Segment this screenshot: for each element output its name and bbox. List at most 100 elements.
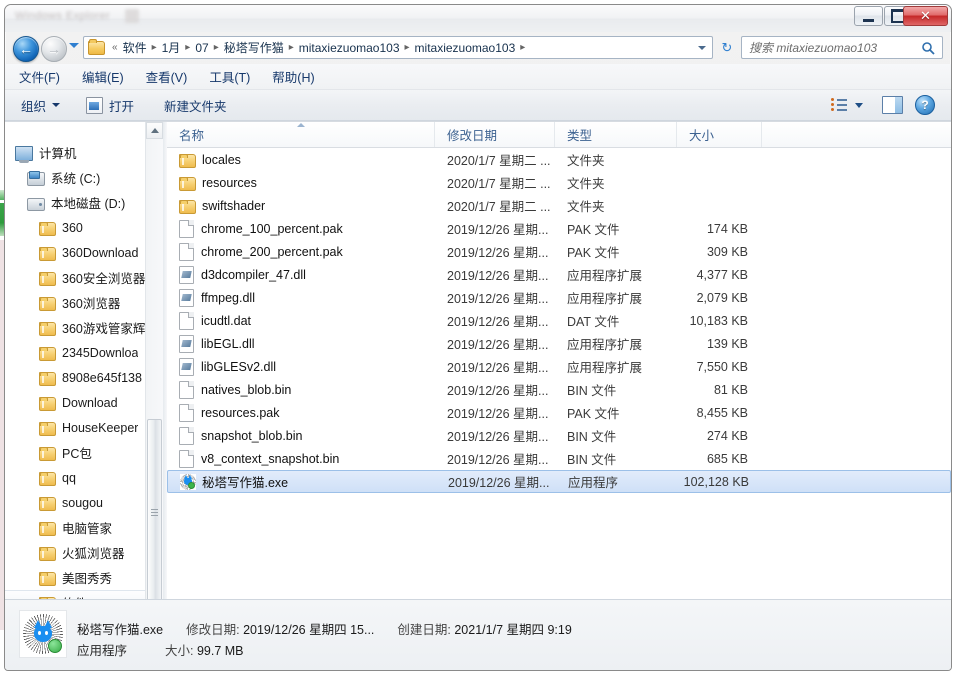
preview-pane-button[interactable] (882, 96, 903, 114)
refresh-icon[interactable]: ↻ (719, 40, 735, 56)
sidebar-item-0[interactable]: 计算机 (5, 140, 146, 165)
file-name-cell: locales (167, 152, 435, 168)
table-row[interactable]: natives_blob.bin 2019/12/26 星期... BIN 文件 81… (167, 378, 951, 401)
breadcrumb-separator-3[interactable]: ▸ (287, 42, 296, 53)
column-header-size[interactable]: 大小 (677, 122, 762, 147)
column-header-name[interactable]: 名称 (167, 122, 435, 147)
table-row[interactable]: ffmpeg.dll 2019/12/26 星期... 应用程序扩展 2,079 KB (167, 286, 951, 309)
file-date-cell: 2020/1/7 星期二 ... (447, 200, 551, 214)
sidebar-item-13[interactable]: qq (5, 465, 146, 490)
table-row[interactable]: icudtl.dat 2019/12/26 星期... DAT 文件 10,183 K… (167, 309, 951, 332)
scrollbar-thumb[interactable] (147, 419, 162, 607)
table-row[interactable]: d3dcompiler_47.dll 2019/12/26 星期... 应用程序扩展… (167, 263, 951, 286)
breadcrumb-separator-5[interactable]: ▸ (518, 42, 527, 53)
breadcrumb-item-5[interactable]: mitaxiezuomao103 (412, 40, 519, 56)
table-row[interactable]: locales 2020/1/7 星期二 ... 文件夹 (167, 148, 951, 171)
breadcrumb-separator-4[interactable]: ▸ (403, 42, 412, 53)
file-size-cell: 8,455 KB (696, 405, 748, 420)
table-row[interactable]: chrome_200_percent.pak 2019/12/26 星期... PA… (167, 240, 951, 263)
sidebar-item-label: 美图秀秀 (62, 572, 113, 586)
sidebar-item-label: 8908e645f138 (62, 370, 142, 385)
breadcrumb-item-2[interactable]: 07 (192, 40, 211, 56)
table-row[interactable]: 秘塔写作猫.exe 2019/12/26 星期... 应用程序 102,128 KB (167, 470, 951, 493)
file-name-cell: resources (167, 175, 435, 191)
address-bar[interactable]: « 软件 ▸ 1月 ▸ 07 ▸ 秘塔写作猫 ▸ mitaxiezuomao10… (83, 36, 713, 59)
menu-view[interactable]: 查看(V) (146, 67, 188, 86)
help-button[interactable]: ? (915, 95, 935, 115)
navigation-scrollbar[interactable] (145, 122, 163, 624)
organize-button[interactable]: 组织 (21, 96, 61, 115)
file-size-cell: 4,377 KB (696, 267, 748, 282)
table-row[interactable]: chrome_100_percent.pak 2019/12/26 星期... PA… (167, 217, 951, 240)
folder-icon (39, 471, 56, 486)
search-box[interactable]: 搜索 mitaxiezuomao103 (741, 36, 943, 59)
folder-icon (179, 153, 196, 168)
open-button[interactable]: 打开 (86, 96, 134, 115)
file-rows: locales 2020/1/7 星期二 ... 文件夹 resources 2020/… (167, 148, 951, 493)
file-name-label: resources.pak (201, 405, 280, 420)
sidebar-item-3[interactable]: 360 (5, 215, 146, 240)
table-row[interactable]: v8_context_snapshot.bin 2019/12/26 星期... B… (167, 447, 951, 470)
breadcrumb-item-3[interactable]: 秘塔写作猫 (221, 38, 287, 57)
menu-tools[interactable]: 工具(T) (209, 67, 250, 86)
minimize-button[interactable] (854, 6, 883, 26)
file-type-cell: 应用程序扩展 (567, 338, 643, 352)
sidebar-item-7[interactable]: 360游戏管家辉 (5, 315, 146, 340)
breadcrumb-item-1[interactable]: 1月 (159, 38, 184, 57)
file-name-label: 秘塔写作猫.exe (202, 476, 289, 490)
column-header-type[interactable]: 类型 (555, 122, 677, 147)
table-row[interactable]: resources 2020/1/7 星期二 ... 文件夹 (167, 171, 951, 194)
breadcrumb-separator-2[interactable]: ▸ (212, 42, 221, 53)
explorer-window: Windows Explorer ✕ ← → « 软件 ▸ 1月 ▸ 07 ▸ (4, 4, 952, 671)
sidebar-item-8[interactable]: 2345Downloa (5, 340, 146, 365)
menu-help[interactable]: 帮助(H) (272, 67, 314, 86)
menu-bar: 文件(F) 编辑(E) 查看(V) 工具(T) 帮助(H) (5, 64, 951, 90)
sidebar-item-5[interactable]: 360安全浏览器 (5, 265, 146, 290)
back-button[interactable]: ← (13, 36, 39, 62)
sidebar-item-10[interactable]: Download (5, 390, 146, 415)
view-mode-button[interactable] (831, 97, 847, 111)
sidebar-item-14[interactable]: sougou (5, 490, 146, 515)
sidebar-item-6[interactable]: 360浏览器 (5, 290, 146, 315)
sidebar-item-12[interactable]: PC包 (5, 440, 146, 465)
sidebar-item-9[interactable]: 8908e645f138 (5, 365, 146, 390)
file-date-cell: 2019/12/26 星期... (447, 338, 549, 352)
column-header-row: 名称 修改日期 类型 大小 (167, 122, 951, 148)
sidebar-item-2[interactable]: 本地磁盘 (D:) (5, 190, 146, 215)
file-name-label: resources (202, 175, 257, 190)
view-mode-dropdown-icon[interactable] (855, 103, 863, 108)
menu-edit[interactable]: 编辑(E) (82, 67, 124, 86)
search-icon[interactable] (921, 41, 935, 55)
breadcrumb-item-4[interactable]: mitaxiezuomao103 (296, 40, 403, 56)
close-button[interactable]: ✕ (903, 6, 948, 26)
sidebar-item-11[interactable]: HouseKeeper (5, 415, 146, 440)
chevron-down-icon[interactable] (698, 46, 706, 50)
table-row[interactable]: libEGL.dll 2019/12/26 星期... 应用程序扩展 139 KB (167, 332, 951, 355)
title-bar-icon (125, 9, 139, 23)
sidebar-item-label: qq (62, 470, 76, 485)
sidebar-item-16[interactable]: 火狐浏览器 (5, 540, 146, 565)
menu-file[interactable]: 文件(F) (19, 67, 60, 86)
breadcrumb-item-0[interactable]: 软件 (120, 38, 150, 57)
breadcrumb-separator-1[interactable]: ▸ (183, 42, 192, 53)
search-input[interactable]: 搜索 mitaxiezuomao103 (749, 39, 877, 56)
sidebar-item-4[interactable]: 360Download (5, 240, 146, 265)
dll-icon (179, 334, 194, 353)
forward-button[interactable]: → (41, 36, 67, 62)
sidebar-item-17[interactable]: 美图秀秀 (5, 565, 146, 590)
sidebar-item-15[interactable]: 电脑管家 (5, 515, 146, 540)
breadcrumb-separator-0[interactable]: ▸ (150, 42, 159, 53)
sidebar-item-1[interactable]: 系统 (C:) (5, 165, 146, 190)
table-row[interactable]: snapshot_blob.bin 2019/12/26 星期... BIN 文件 2… (167, 424, 951, 447)
recent-pages-dropdown-icon[interactable] (69, 43, 79, 48)
breadcrumb-overflow[interactable]: « (110, 42, 120, 53)
file-size-cell: 7,550 KB (696, 359, 748, 374)
column-header-date[interactable]: 修改日期 (435, 122, 555, 147)
new-folder-button[interactable]: 新建文件夹 (164, 96, 227, 115)
table-row[interactable]: resources.pak 2019/12/26 星期... PAK 文件 8,455… (167, 401, 951, 424)
file-date-cell: 2019/12/26 星期... (447, 292, 549, 306)
title-bar[interactable]: Windows Explorer ✕ (5, 5, 951, 32)
table-row[interactable]: libGLESv2.dll 2019/12/26 星期... 应用程序扩展 7,550… (167, 355, 951, 378)
table-row[interactable]: swiftshader 2020/1/7 星期二 ... 文件夹 (167, 194, 951, 217)
scroll-up-button[interactable] (146, 122, 163, 139)
